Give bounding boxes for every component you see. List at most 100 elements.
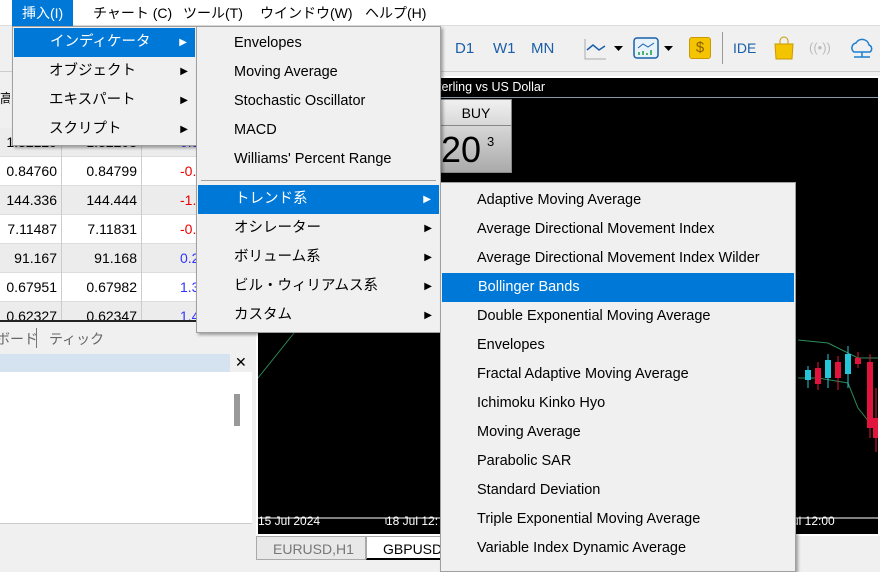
menu-item[interactable]: Ichimoku Kinko Hyo xyxy=(441,389,795,418)
candle-body xyxy=(855,358,861,364)
menu-item[interactable]: Bollinger Bands xyxy=(442,273,794,302)
menu-item[interactable]: トレンド系 ▶ xyxy=(198,185,439,214)
insert-menu: インディケータ ▶ オブジェクト ▶ エキスパート ▶ スクリプト ▶ xyxy=(12,26,197,146)
menu-item-label: Adaptive Moving Average xyxy=(477,192,642,208)
submenu-arrow-icon: ▶ xyxy=(179,37,187,48)
navigator-body xyxy=(0,372,252,524)
menu-item[interactable]: Average Directional Movement Index xyxy=(441,215,795,244)
menu-item[interactable]: Triple Exponential Moving Average xyxy=(441,505,795,534)
menu-item[interactable]: オブジェクト ▶ xyxy=(13,57,196,86)
menu-item[interactable]: Stochastic Oscillator xyxy=(197,87,440,116)
menu-item[interactable]: Double Exponential Moving Average xyxy=(441,302,795,331)
menu-insert[interactable]: 挿入(I) xyxy=(12,0,74,26)
candle-body xyxy=(805,370,811,380)
menu-item[interactable]: Envelopes xyxy=(197,29,440,58)
market-watch-cell: 144.444 xyxy=(62,186,142,215)
tab-board[interactable]: ボード xyxy=(0,329,38,349)
navigator-title xyxy=(0,354,230,372)
line-chart-icon[interactable] xyxy=(582,36,682,62)
market-watch-cell: 0.67951 xyxy=(0,273,62,302)
toolbar-divider xyxy=(722,32,723,64)
menu-item[interactable]: Average Directional Movement Index Wilde… xyxy=(441,244,795,273)
tab-tick[interactable]: ティック xyxy=(49,329,104,349)
market-watch-cell: 91.168 xyxy=(62,244,142,273)
scrollbar-thumb[interactable] xyxy=(234,394,240,426)
menu-item[interactable]: ビル・ウィリアムス系 ▶ xyxy=(197,272,440,301)
menu-item[interactable]: Moving Average xyxy=(441,418,795,447)
trend-menu: Adaptive Moving Average Average Direction… xyxy=(440,182,796,572)
candle-body xyxy=(873,418,878,438)
menu-item-label: MACD xyxy=(234,122,277,138)
candle-body xyxy=(835,362,841,378)
menu-item[interactable]: Variable Index Dynamic Average xyxy=(441,534,795,563)
indicators-menu: Envelopes Moving Average Stochastic Oscill… xyxy=(196,26,441,333)
column-header-partial: 高気 xyxy=(0,91,10,106)
submenu-arrow-icon: ▶ xyxy=(424,252,432,263)
menu-item-label: ビル・ウィリアムス系 xyxy=(234,278,378,294)
menu-item[interactable]: スクリプト ▶ xyxy=(13,115,196,144)
menu-item-label: オブジェクト xyxy=(49,63,136,79)
menu-chart[interactable]: チャート (C) xyxy=(83,0,182,26)
market-watch-cell: 7.11831 xyxy=(62,215,142,244)
market-bag-icon[interactable] xyxy=(773,36,795,60)
menu-separator xyxy=(201,180,436,181)
menu-item-label: Envelopes xyxy=(477,337,545,353)
menu-item[interactable]: インディケータ ▶ xyxy=(14,28,195,57)
chart-tab-gbpusd[interactable]: GBPUSD xyxy=(366,536,446,560)
menu-window[interactable]: ウインドウ(W) xyxy=(250,0,363,26)
menu-item-label: オシレーター xyxy=(234,220,321,236)
menu-item[interactable]: オシレーター ▶ xyxy=(197,214,440,243)
menu-item-label: Average Directional Movement Index xyxy=(477,221,715,237)
submenu-arrow-icon: ▶ xyxy=(180,124,188,135)
menu-item-label: Moving Average xyxy=(477,424,581,440)
menu-item[interactable]: Adaptive Moving Average xyxy=(441,186,795,215)
menu-item-label: トレンド系 xyxy=(235,191,308,207)
menu-item-label: Ichimoku Kinko Hyo xyxy=(477,395,606,411)
menu-item-label: Envelopes xyxy=(234,35,302,51)
menu-tools[interactable]: ツール(T) xyxy=(173,0,253,26)
signal-icon[interactable]: ((•)) xyxy=(809,40,831,55)
close-icon[interactable]: ✕ xyxy=(235,354,247,371)
timeframe-w1[interactable]: W1 xyxy=(493,40,516,57)
menu-item[interactable]: Parabolic SAR xyxy=(441,447,795,476)
band-upper xyxy=(797,339,878,359)
market-watch-cell: 0.84799 xyxy=(62,157,142,186)
menu-item[interactable]: Fractal Adaptive Moving Average xyxy=(441,360,795,389)
menu-item[interactable]: Moving Average xyxy=(197,58,440,87)
menu-item[interactable]: Standard Deviation xyxy=(441,476,795,505)
market-watch-cell: 0.67982 xyxy=(62,273,142,302)
menu-item[interactable]: エキスパート ▶ xyxy=(13,86,196,115)
candle-body xyxy=(845,354,851,374)
cloud-icon[interactable] xyxy=(848,38,876,60)
band-line-left xyxy=(258,327,299,379)
time-label: 18 Jul 12: xyxy=(386,514,439,528)
menu-item-label: Variable Index Dynamic Average xyxy=(477,540,687,556)
submenu-arrow-icon: ▶ xyxy=(424,223,432,234)
chart-tab-eurusd[interactable]: EURUSD,H1 xyxy=(256,536,366,560)
menu-help[interactable]: ヘルプ(H) xyxy=(355,0,436,26)
timeframe-mn[interactable]: MN xyxy=(531,40,554,57)
menu-item-label: Parabolic SAR xyxy=(477,453,572,469)
candle-body xyxy=(825,360,831,378)
menu-item-label: Fractal Adaptive Moving Average xyxy=(477,366,689,382)
menu-item-label: Stochastic Oscillator xyxy=(234,93,366,109)
submenu-arrow-icon: ▶ xyxy=(180,95,188,106)
submenu-arrow-icon: ▶ xyxy=(424,281,432,292)
menu-item-label: Double Exponential Moving Average xyxy=(477,308,711,324)
menu-item-label: スクリプト xyxy=(49,121,122,137)
menu-item[interactable]: Williams' Percent Range xyxy=(197,145,440,174)
menu-bar: 挿入(I) チャート (C) ツール(T) ウインドウ(W) ヘルプ(H) xyxy=(0,0,880,26)
submenu-arrow-icon: ▶ xyxy=(423,194,431,205)
menu-item[interactable]: ボリューム系 ▶ xyxy=(197,243,440,272)
menu-item[interactable]: カスタム ▶ xyxy=(197,301,440,330)
menu-item[interactable]: Envelopes xyxy=(441,331,795,360)
dollar-icon[interactable]: $ xyxy=(689,37,711,59)
menu-item[interactable]: MACD xyxy=(197,116,440,145)
market-watch-cell: 144.336 xyxy=(0,186,62,215)
menu-item-label: Triple Exponential Moving Average xyxy=(477,511,701,527)
timeframe-d1[interactable]: D1 xyxy=(455,40,474,57)
menu-item-label: Standard Deviation xyxy=(477,482,601,498)
submenu-arrow-icon: ▶ xyxy=(180,66,188,77)
time-label: 15 Jul 2024 xyxy=(258,514,321,528)
ide-button[interactable]: IDE xyxy=(733,40,756,56)
